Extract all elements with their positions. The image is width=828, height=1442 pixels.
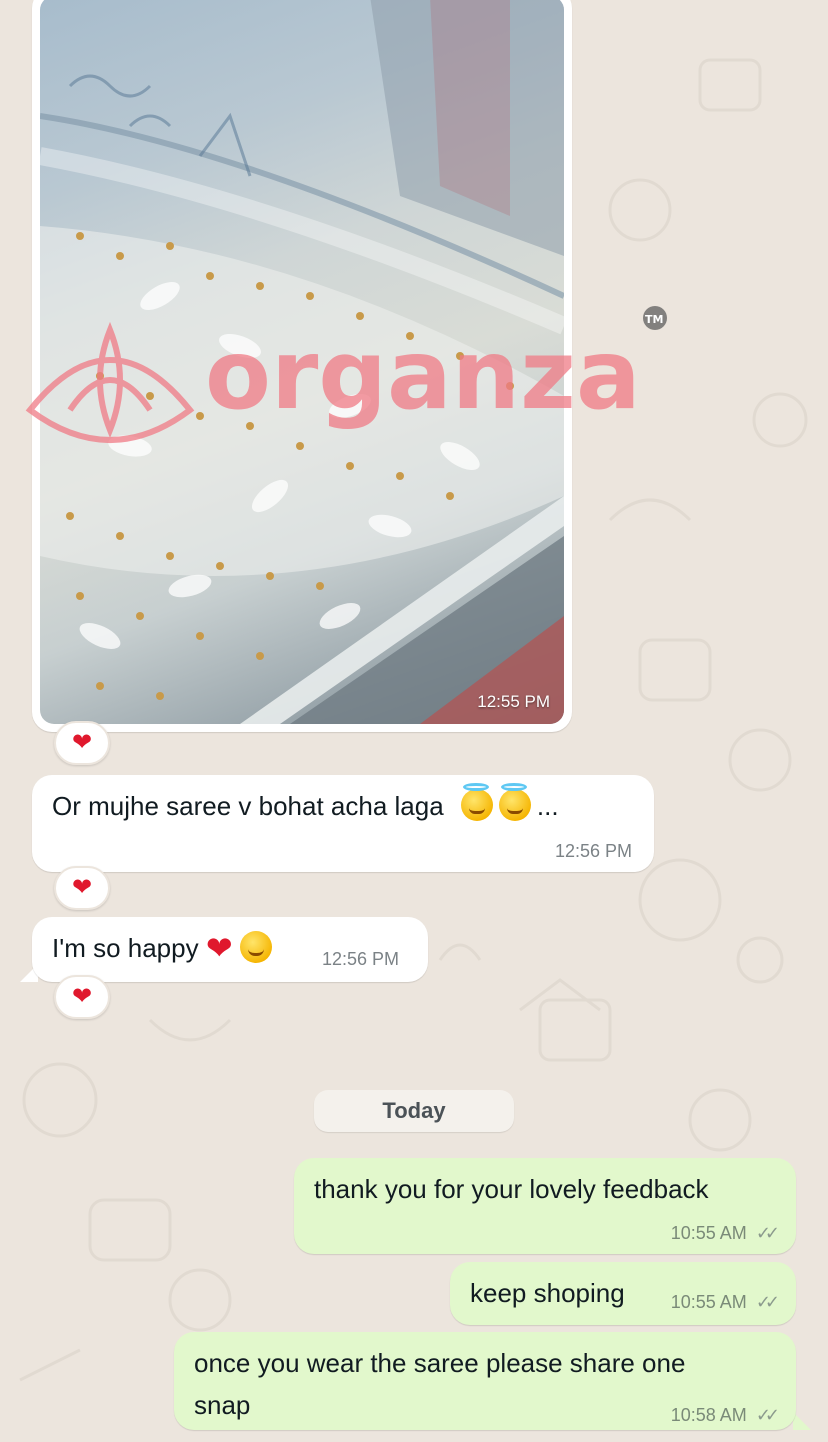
double-check-icon: ✓✓ — [755, 1223, 780, 1243]
message-time: 12:56 PM — [554, 841, 632, 861]
incoming-message-1[interactable]: Or mujhe saree v bohat acha laga ... 12:… — [32, 775, 654, 872]
smiling-face-with-halo-icon — [460, 783, 493, 821]
smiling-face-icon — [239, 931, 272, 963]
double-check-icon: ✓✓ — [755, 1292, 780, 1312]
reaction-heart-image[interactable]: ❤ — [54, 721, 110, 765]
message-time: 10:55 AM — [670, 1223, 747, 1243]
message-text: keep shoping — [470, 1278, 625, 1308]
heart-icon: ❤ — [71, 983, 93, 1010]
reaction-heart-message-1[interactable]: ❤ — [54, 866, 110, 910]
incoming-message-2[interactable]: I'm so happy ❤ 12:56 PM — [32, 917, 428, 982]
smiling-face-with-halo-icon — [498, 783, 531, 821]
outgoing-message-1[interactable]: thank you for your lovely feedback 10:55… — [294, 1158, 796, 1254]
message-time: 10:58 AM — [670, 1405, 747, 1425]
message-time: 10:55 AM — [670, 1292, 747, 1312]
message-text-line-1: once you wear the saree please share one — [194, 1348, 686, 1378]
message-time: 12:56 PM — [322, 949, 400, 969]
heart-icon: ❤ — [71, 874, 93, 901]
bubble-tail — [793, 1412, 811, 1430]
double-check-icon: ✓✓ — [755, 1405, 780, 1425]
outgoing-message-3[interactable]: once you wear the saree please share one… — [174, 1332, 796, 1430]
message-text: I'm so happy — [52, 933, 199, 963]
message-text: thank you for your lovely feedback — [314, 1174, 709, 1204]
watermark-tm: TM — [645, 313, 663, 326]
message-text-line-2: snap — [194, 1390, 251, 1420]
date-divider-label: Today — [382, 1098, 446, 1123]
red-heart-icon: ❤ — [205, 930, 233, 966]
date-divider: Today — [314, 1090, 514, 1132]
heart-icon: ❤ — [71, 729, 93, 756]
image-message-time: 12:55 PM — [477, 692, 550, 711]
watermark-brand-text: organza — [205, 319, 641, 431]
reaction-heart-message-2[interactable]: ❤ — [54, 975, 110, 1019]
message-text: Or mujhe saree v bohat acha laga — [52, 791, 444, 821]
organza-watermark-logo: organza TM — [25, 306, 667, 443]
outgoing-message-2[interactable]: keep shoping 10:55 AM ✓✓ — [450, 1262, 796, 1325]
message-trail: ... — [536, 791, 559, 821]
